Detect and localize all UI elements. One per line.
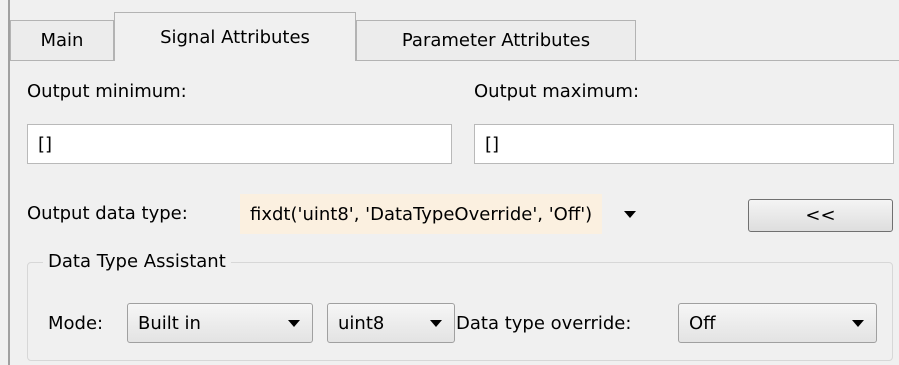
- output-maximum-field[interactable]: []: [474, 124, 894, 164]
- mode-select[interactable]: Built in: [127, 303, 313, 343]
- output-data-type-combo[interactable]: fixdt('uint8', 'DataTypeOverride', 'Off'…: [240, 193, 690, 235]
- tab-parameter-attributes[interactable]: Parameter Attributes: [356, 20, 636, 60]
- chevron-down-icon: [852, 319, 864, 327]
- tab-parameter-attributes-label: Parameter Attributes: [401, 30, 591, 51]
- data-type-override-value: Off: [689, 312, 716, 334]
- tab-main-label: Main: [40, 30, 84, 51]
- assistant-button-label: <<: [805, 205, 836, 226]
- output-minimum-value: []: [38, 133, 53, 155]
- mode-label: Mode:: [48, 313, 104, 334]
- builtin-type-select[interactable]: uint8: [327, 303, 455, 343]
- chevron-down-icon: [288, 319, 300, 327]
- data-type-override-label: Data type override:: [456, 313, 632, 334]
- builtin-type-value: uint8: [338, 312, 385, 334]
- data-type-override-select[interactable]: Off: [678, 303, 877, 343]
- mode-value: Built in: [138, 312, 201, 334]
- chevron-down-icon: [624, 210, 637, 218]
- output-minimum-label: Output minimum:: [27, 81, 187, 102]
- show-data-type-assistant-button[interactable]: <<: [748, 199, 893, 232]
- tab-signal-attributes[interactable]: Signal Attributes: [114, 12, 356, 61]
- output-maximum-value: []: [485, 133, 500, 155]
- output-minimum-field[interactable]: []: [27, 124, 452, 164]
- output-data-type-value: fixdt('uint8', 'DataTypeOverride', 'Off'…: [240, 194, 603, 234]
- tab-signal-attributes-label: Signal Attributes: [160, 26, 310, 48]
- chevron-down-icon: [430, 319, 442, 327]
- output-maximum-label: Output maximum:: [474, 81, 640, 102]
- data-type-assistant-title: Data Type Assistant: [43, 251, 231, 272]
- tab-main[interactable]: Main: [10, 20, 114, 60]
- output-data-type-label: Output data type:: [27, 203, 188, 224]
